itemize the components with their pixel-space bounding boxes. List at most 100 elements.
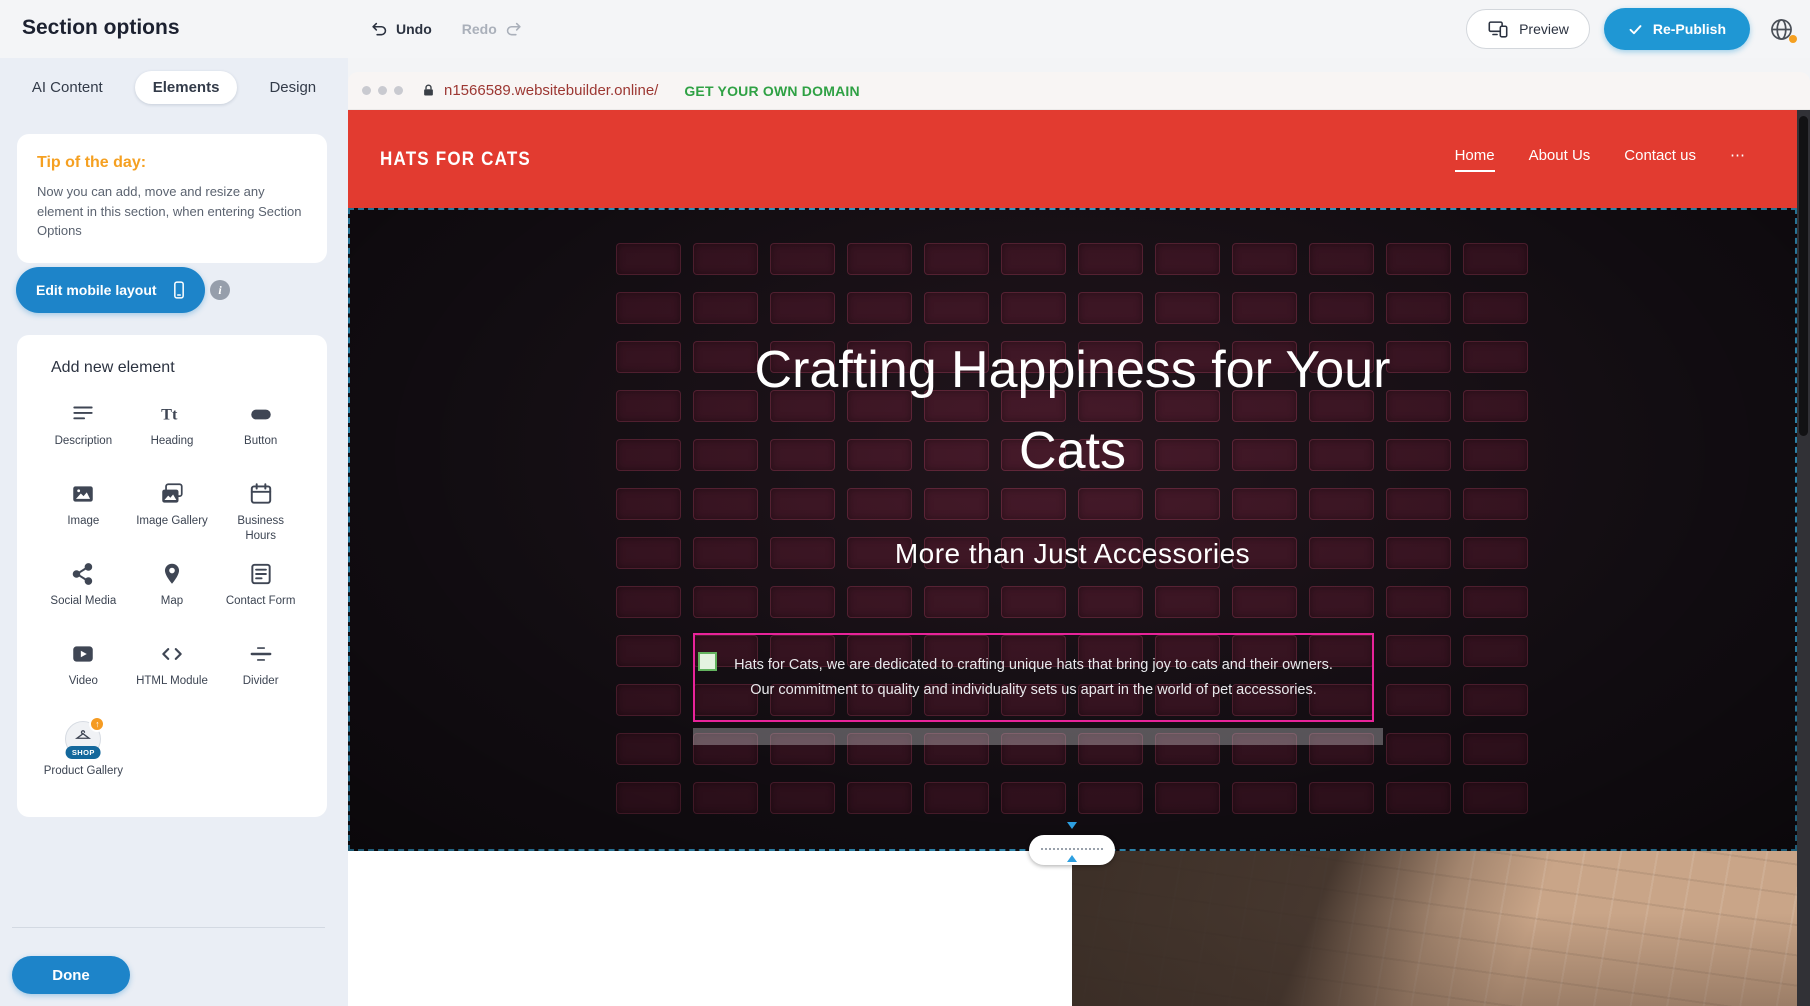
- tile: [693, 292, 758, 324]
- element-grid: Description Tt Heading Button: [39, 401, 305, 801]
- check-icon: [1628, 22, 1643, 37]
- tile: [847, 782, 912, 814]
- description-icon: [70, 401, 96, 427]
- republish-button[interactable]: Re-Publish: [1604, 8, 1750, 50]
- nav-home[interactable]: Home: [1455, 147, 1495, 172]
- tile: [1463, 390, 1528, 422]
- nav-more[interactable]: ⋯: [1730, 146, 1745, 172]
- element-item-image-gallery[interactable]: Image Gallery: [128, 481, 217, 561]
- tab-ai-content[interactable]: AI Content: [14, 71, 121, 104]
- contact-form-icon: [248, 561, 274, 587]
- preview-button[interactable]: Preview: [1466, 9, 1590, 49]
- arrow-down-icon: [1067, 822, 1077, 829]
- element-item-button[interactable]: Button: [216, 401, 305, 481]
- edit-mobile-layout-button[interactable]: Edit mobile layout: [16, 267, 205, 313]
- tile: [1078, 782, 1143, 814]
- lock-icon: [421, 83, 436, 98]
- business-hours-icon: [248, 481, 274, 507]
- next-section[interactable]: [348, 851, 1797, 1006]
- tile: [770, 586, 835, 618]
- divider-icon: [248, 641, 274, 667]
- scrollbar-thumb[interactable]: [1799, 116, 1808, 436]
- redo-icon: [504, 20, 523, 39]
- tile: [1463, 439, 1528, 471]
- tile: [1386, 635, 1451, 667]
- arrow-up-icon: [1067, 855, 1077, 862]
- tile: [847, 586, 912, 618]
- tile: [1155, 488, 1220, 520]
- element-item-description[interactable]: Description: [39, 401, 128, 481]
- done-button[interactable]: Done: [12, 956, 130, 994]
- tile: [924, 243, 989, 275]
- tile: [1386, 243, 1451, 275]
- pavement-image[interactable]: [1072, 851, 1797, 1006]
- tile: [1386, 684, 1451, 716]
- tile: [770, 782, 835, 814]
- tip-title: Tip of the day:: [37, 154, 307, 172]
- canvas: n1566589.websitebuilder.online/ GET YOUR…: [348, 58, 1810, 1006]
- element-item-divider[interactable]: Divider: [216, 641, 305, 721]
- element-item-video[interactable]: Video: [39, 641, 128, 721]
- preview-scrollbar[interactable]: [1797, 110, 1810, 1006]
- tile: [1078, 488, 1143, 520]
- tile: [1463, 292, 1528, 324]
- get-domain-link[interactable]: GET YOUR OWN DOMAIN: [684, 83, 859, 99]
- nav-contact-us[interactable]: Contact us: [1624, 147, 1696, 172]
- element-item-product-gallery[interactable]: SHOP ↑ Product Gallery: [39, 721, 128, 801]
- tile: [1001, 243, 1066, 275]
- nav-about-us[interactable]: About Us: [1529, 147, 1591, 172]
- element-item-contact-form[interactable]: Contact Form: [216, 561, 305, 641]
- redo-button[interactable]: Redo: [462, 20, 523, 39]
- product-gallery-icon: SHOP ↑: [65, 721, 101, 757]
- tile: [1386, 586, 1451, 618]
- selected-paragraph-element[interactable]: Hats for Cats, we are dedicated to craft…: [693, 633, 1374, 722]
- tile: [1001, 782, 1066, 814]
- site-header[interactable]: HATS FOR CATS Home About Us Contact us ⋯: [348, 110, 1797, 208]
- hero-subheading[interactable]: More than Just Accessories: [348, 538, 1797, 570]
- element-item-html-module[interactable]: HTML Module: [128, 641, 217, 721]
- tab-elements[interactable]: Elements: [135, 71, 238, 104]
- tile: [1155, 292, 1220, 324]
- undo-redo-group: Undo Redo: [370, 0, 523, 58]
- tile: [1463, 243, 1528, 275]
- republish-label: Re-Publish: [1653, 21, 1726, 37]
- site-nav: Home About Us Contact us ⋯: [1455, 146, 1745, 172]
- tile: [1309, 243, 1374, 275]
- tile: [847, 243, 912, 275]
- element-item-map[interactable]: Map: [128, 561, 217, 641]
- tile: [616, 243, 681, 275]
- site-url[interactable]: n1566589.websitebuilder.online/: [444, 82, 658, 99]
- tile: [693, 243, 758, 275]
- shop-badge-label: SHOP: [66, 746, 101, 759]
- element-item-business-hours[interactable]: Business Hours: [216, 481, 305, 561]
- element-item-social-media[interactable]: Social Media: [39, 561, 128, 641]
- tile: [847, 292, 912, 324]
- undo-button[interactable]: Undo: [370, 20, 432, 39]
- hero-section[interactable]: Crafting Happiness for Your Cats More th…: [348, 208, 1797, 851]
- tile: [770, 292, 835, 324]
- tile: [1155, 782, 1220, 814]
- heading-icon: Tt: [159, 401, 185, 427]
- language-globe-button[interactable]: [1764, 12, 1798, 46]
- tile: [616, 635, 681, 667]
- tile: [1232, 488, 1297, 520]
- tile: [924, 586, 989, 618]
- tile: [770, 488, 835, 520]
- site-logo[interactable]: HATS FOR CATS: [380, 148, 531, 171]
- hero-heading[interactable]: Crafting Happiness for Your Cats: [743, 330, 1403, 492]
- topbar-actions: Preview Re-Publish: [1466, 0, 1798, 58]
- info-icon[interactable]: i: [210, 280, 230, 300]
- element-item-image[interactable]: Image: [39, 481, 128, 561]
- tile: [1078, 243, 1143, 275]
- tip-body: Now you can add, move and resize any ele…: [37, 182, 307, 241]
- tile: [1078, 586, 1143, 618]
- element-drag-handle[interactable]: [698, 652, 717, 671]
- tile: [1463, 733, 1528, 765]
- video-icon: [70, 641, 96, 667]
- section-resize-handle[interactable]: [1029, 835, 1115, 865]
- button-icon: [248, 401, 274, 427]
- tile: [1155, 243, 1220, 275]
- element-item-heading[interactable]: Tt Heading: [128, 401, 217, 481]
- tab-design[interactable]: Design: [251, 71, 334, 104]
- tile: [693, 782, 758, 814]
